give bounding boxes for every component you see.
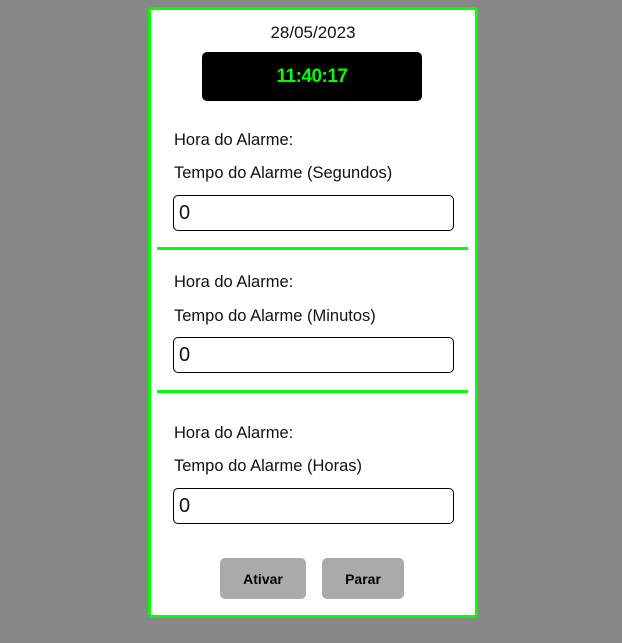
minutes-input[interactable] bbox=[173, 337, 454, 373]
alarm-card: 28/05/2023 11:40:17 Hora do Alarme: Temp… bbox=[148, 7, 478, 618]
seconds-input[interactable] bbox=[173, 195, 454, 231]
activate-button[interactable]: Ativar bbox=[220, 558, 306, 599]
alarm-time-label-seconds: Hora do Alarme: bbox=[174, 131, 294, 149]
duration-label-seconds: Tempo do Alarme (Segundos) bbox=[174, 164, 393, 182]
alarm-time-label-minutes: Hora do Alarme: bbox=[174, 273, 294, 291]
duration-label-hours: Tempo do Alarme (Horas) bbox=[174, 457, 362, 475]
duration-label-minutes: Tempo do Alarme (Minutos) bbox=[174, 307, 376, 325]
digital-clock: 11:40:17 bbox=[202, 52, 422, 101]
alarm-time-label-hours: Hora do Alarme: bbox=[174, 424, 294, 442]
current-date: 28/05/2023 bbox=[270, 23, 356, 42]
section-divider bbox=[157, 247, 468, 250]
hours-input[interactable] bbox=[173, 488, 454, 524]
stop-button[interactable]: Parar bbox=[322, 558, 404, 599]
section-divider bbox=[157, 390, 468, 393]
